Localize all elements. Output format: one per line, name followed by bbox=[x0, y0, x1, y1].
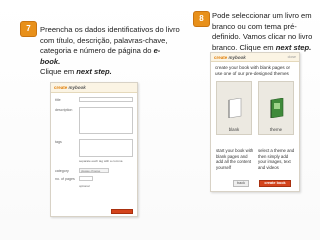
theme-book-icon bbox=[270, 98, 284, 118]
app-header: create mybook close bbox=[211, 53, 299, 62]
title-field[interactable] bbox=[79, 97, 133, 102]
brand-create: create bbox=[214, 55, 228, 60]
category-select[interactable]: please choose bbox=[79, 168, 109, 173]
description-label: description bbox=[55, 108, 73, 112]
tags-field[interactable] bbox=[79, 139, 133, 157]
choose-intro: create your book with blank pages or use… bbox=[215, 65, 291, 76]
create-book-button[interactable]: create book bbox=[259, 180, 291, 187]
pages-field[interactable] bbox=[79, 176, 93, 181]
next-term: next bbox=[275, 42, 292, 52]
blank-book-icon bbox=[228, 98, 242, 118]
book-details-screenshot: create mybook title description tags sep… bbox=[50, 82, 138, 217]
description-field[interactable] bbox=[79, 107, 133, 134]
brand-create: create bbox=[54, 85, 68, 90]
step-7-instructions: Preencha os dados identificativos do liv… bbox=[40, 25, 180, 78]
title-label: title bbox=[55, 98, 61, 102]
tags-hint: separate each tag with a comma bbox=[79, 159, 123, 163]
back-button[interactable]: back bbox=[233, 180, 249, 187]
theme-book-option[interactable]: theme bbox=[258, 81, 294, 135]
next-step-button[interactable] bbox=[111, 209, 133, 214]
step-7-click-text: Clique em bbox=[40, 67, 77, 76]
tags-label: tags bbox=[55, 140, 62, 144]
next-step-term: next step. bbox=[76, 67, 112, 76]
pages-hint: optional bbox=[79, 184, 90, 188]
close-link[interactable]: close bbox=[288, 53, 296, 62]
theme-label: theme bbox=[269, 127, 283, 132]
theme-description: select a theme and then simply add your … bbox=[258, 148, 295, 170]
step-term: step. bbox=[293, 42, 312, 52]
step-8-instructions: Pode seleccionar um livro em branco ou c… bbox=[212, 11, 314, 53]
blank-description: start your book with blank pages and add… bbox=[216, 148, 254, 170]
brand-name: mybook bbox=[228, 55, 246, 60]
pages-label: no. of pages bbox=[55, 177, 75, 181]
blank-label: blank bbox=[228, 127, 240, 132]
step-8-badge: 8 bbox=[194, 12, 209, 26]
choose-book-type-screenshot: create mybook close create your book wit… bbox=[210, 52, 300, 192]
blank-book-option[interactable]: blank bbox=[216, 81, 252, 135]
brand-name: mybook bbox=[68, 85, 86, 90]
app-header: create mybook bbox=[51, 83, 137, 93]
step-7-badge: 7 bbox=[21, 22, 36, 36]
category-label: category bbox=[55, 169, 69, 173]
